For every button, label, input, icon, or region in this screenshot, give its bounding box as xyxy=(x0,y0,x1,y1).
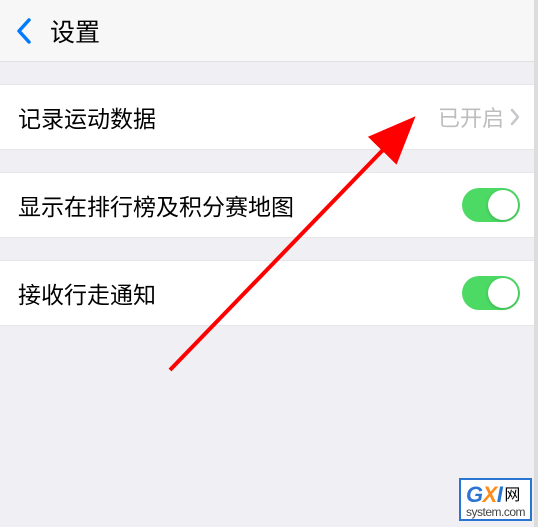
watermark: GXI网 system.com xyxy=(459,478,532,521)
toggle-leaderboard[interactable] xyxy=(462,188,520,222)
header: 设置 xyxy=(0,0,538,62)
row-record-motion-data[interactable]: 记录运动数据 已开启 xyxy=(0,84,538,150)
toggle-walk-notification[interactable] xyxy=(462,276,520,310)
section-spacer xyxy=(0,62,538,84)
row-label: 记录运动数据 xyxy=(18,100,438,134)
page-title: 设置 xyxy=(50,13,100,49)
scrollbar-edge xyxy=(534,0,538,527)
row-label: 显示在排行榜及积分赛地图 xyxy=(18,188,462,222)
section-spacer xyxy=(0,238,538,260)
row-leaderboard-map: 显示在排行榜及积分赛地图 xyxy=(0,172,538,238)
chevron-right-icon xyxy=(510,108,520,126)
section-spacer xyxy=(0,150,538,172)
back-icon[interactable] xyxy=(16,18,32,44)
row-label: 接收行走通知 xyxy=(18,276,462,310)
row-value: 已开启 xyxy=(438,101,504,133)
row-walk-notification: 接收行走通知 xyxy=(0,260,538,326)
